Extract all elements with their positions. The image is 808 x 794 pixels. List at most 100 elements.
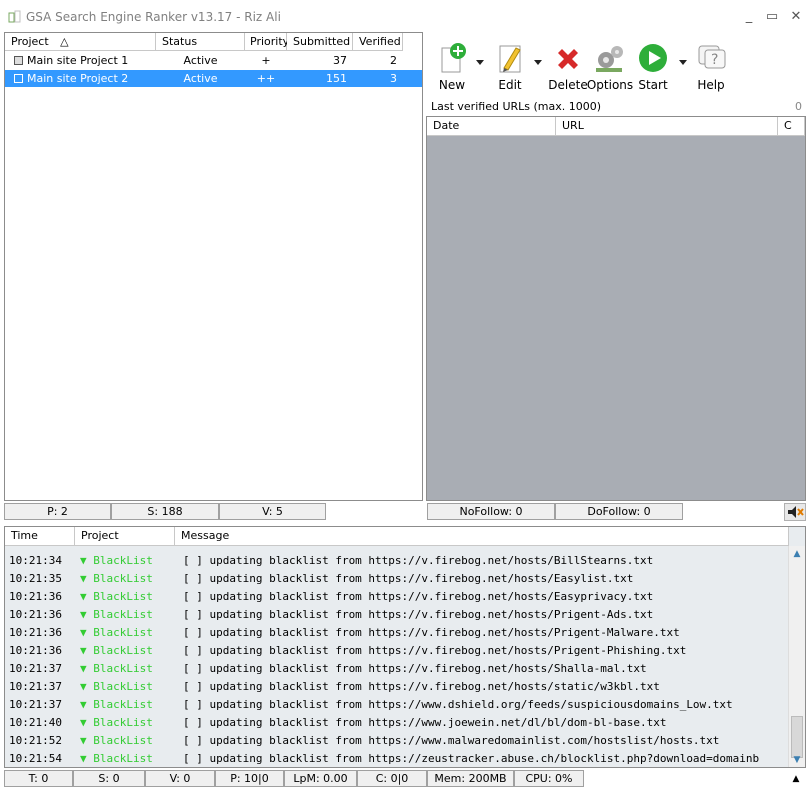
title-bar: GSA Search Engine Ranker v13.17 - Riz Al… [0, 0, 808, 32]
log-time: 10:21:52 [9, 734, 62, 747]
summary-projects: P: 2 [4, 503, 111, 520]
log-row[interactable]: 10:21:52 ▼ BlackList [ ] updating blacklis… [5, 732, 789, 750]
summary-verified: V: 5 [219, 503, 326, 520]
expand-up-arrow-icon[interactable]: ▲ [788, 771, 804, 787]
column-submitted[interactable]: Submitted [287, 33, 353, 51]
log-message: [ ] updating blacklist from https://www.… [183, 734, 720, 747]
log-message: [ ] updating blacklist from https://v.fi… [183, 680, 660, 693]
edit-dropdown-arrow-icon[interactable] [534, 60, 542, 65]
help-button[interactable]: ? Help [689, 42, 733, 94]
log-message: [ ] updating blacklist from https://v.fi… [183, 644, 687, 657]
column-log-project[interactable]: Project [75, 527, 175, 546]
log-message: [ ] updating blacklist from https://v.fi… [183, 590, 654, 603]
new-document-icon [441, 43, 466, 73]
svg-text:?: ? [711, 52, 718, 68]
help-icon: ? [698, 45, 726, 69]
log-project: ▼ BlackList [80, 698, 153, 711]
log-scrollbar[interactable]: ▲ ▼ [788, 546, 805, 767]
log-project: ▼ BlackList [80, 590, 153, 603]
column-date[interactable]: Date [427, 117, 556, 136]
stat-submitted: S: 0 [73, 770, 145, 787]
scroll-up-arrow-icon[interactable]: ▲ [791, 548, 803, 560]
log-message: [ ] updating blacklist from https://v.fi… [183, 662, 647, 675]
log-time: 10:21:37 [9, 680, 62, 693]
project-list[interactable]: Project △ Status Priority Submitted Veri… [4, 32, 423, 501]
log-project: ▼ BlackList [80, 752, 153, 765]
log-row[interactable]: 10:21:36 ▼ BlackList [ ] updating blacklis… [5, 624, 789, 642]
log-row[interactable]: 10:21:40 ▼ BlackList [ ] updating blacklis… [5, 714, 789, 732]
log-panel[interactable]: Time Project Message 10:21:34 ▼ BlackList… [4, 526, 806, 768]
stat-lpm: LpM: 0.00 [284, 770, 357, 787]
log-project: ▼ BlackList [80, 644, 153, 657]
sort-asc-icon: △ [60, 35, 69, 48]
log-project: ▼ BlackList [80, 572, 153, 585]
stat-proxies: P: 10|0 [215, 770, 284, 787]
sound-toggle-button[interactable] [784, 503, 806, 521]
close-button[interactable]: ✕ [787, 8, 805, 26]
log-message: [ ] updating blacklist from https://www.… [183, 698, 733, 711]
maximize-button[interactable]: ▭ [763, 8, 781, 26]
edit-pencil-icon [499, 45, 521, 73]
summary-submitted: S: 188 [111, 503, 219, 520]
column-message[interactable]: Message [175, 527, 789, 546]
column-project[interactable]: Project △ [5, 33, 156, 51]
column-status[interactable]: Status [156, 33, 245, 51]
play-icon [639, 44, 667, 72]
project-icon [14, 56, 23, 65]
log-project: ▼ BlackList [80, 734, 153, 747]
log-row[interactable]: 10:21:37 ▼ BlackList [ ] updating blacklis… [5, 696, 789, 714]
urls-count: 0 [795, 100, 802, 113]
log-project: ▼ BlackList [80, 662, 153, 675]
project-row[interactable]: Main site Project 1 Active + 37 2 [5, 52, 422, 69]
column-time[interactable]: Time [5, 527, 75, 546]
dofollow-count: DoFollow: 0 [555, 503, 683, 520]
log-time: 10:21:54 [9, 752, 62, 765]
window-title: GSA Search Engine Ranker v13.17 - Riz Al… [26, 10, 281, 24]
log-project: ▼ BlackList [80, 608, 153, 621]
scroll-down-arrow-icon[interactable]: ▼ [791, 754, 803, 766]
stat-cpu: CPU: 0% [514, 770, 584, 787]
log-project: ▼ BlackList [80, 680, 153, 693]
project-icon [14, 74, 23, 83]
log-project: ▼ BlackList [80, 716, 153, 729]
start-dropdown-arrow-icon[interactable] [679, 60, 687, 65]
log-time: 10:21:36 [9, 608, 62, 621]
column-priority[interactable]: Priority [245, 33, 289, 51]
column-url[interactable]: URL [556, 117, 778, 136]
delete-x-icon [558, 49, 578, 69]
log-row[interactable]: 10:21:37 ▼ BlackList [ ] updating blacklis… [5, 660, 789, 678]
stat-memory: Mem: 200MB [427, 770, 514, 787]
log-row[interactable]: 10:21:36 ▼ BlackList [ ] updating blacklis… [5, 588, 789, 606]
log-message: [ ] updating blacklist from https://v.fi… [183, 572, 634, 585]
log-message: [ ] updating blacklist from https://v.fi… [183, 554, 654, 567]
log-row[interactable]: 10:21:35 ▼ BlackList [ ] updating blacklis… [5, 570, 789, 588]
start-button[interactable]: Start [631, 42, 675, 94]
log-message: [ ] updating blacklist from https://zeus… [183, 752, 760, 765]
project-row-selected[interactable]: Main site Project 2 Active ++ 151 3 [5, 70, 422, 87]
log-message: [ ] updating blacklist from https://v.fi… [183, 626, 680, 639]
minimize-button[interactable]: _ [740, 8, 758, 26]
new-button[interactable]: New [430, 42, 474, 94]
scroll-thumb[interactable] [791, 716, 803, 758]
edit-button[interactable]: Edit [488, 42, 532, 94]
log-row[interactable]: 10:21:37 ▼ BlackList [ ] updating blacklis… [5, 678, 789, 696]
nofollow-count: NoFollow: 0 [427, 503, 555, 520]
log-row[interactable]: 10:21:36 ▼ BlackList [ ] updating blacklis… [5, 606, 789, 624]
toolbar: New Edit Delete Options Start ? Help [428, 38, 806, 98]
log-row[interactable]: 10:21:34 ▼ BlackList [ ] updating blacklis… [5, 552, 789, 570]
log-row[interactable]: 10:21:54 ▼ BlackList [ ] updating blacklis… [5, 750, 789, 767]
log-row[interactable]: 10:21:36 ▼ BlackList [ ] updating blacklis… [5, 642, 789, 660]
log-time: 10:21:36 [9, 626, 62, 639]
log-project: ▼ BlackList [80, 554, 153, 567]
urls-panel-label: Last verified URLs (max. 1000) [431, 100, 602, 113]
app-icon [8, 10, 21, 23]
log-time: 10:21:37 [9, 662, 62, 675]
verified-urls-list[interactable]: Date URL C [426, 116, 806, 501]
column-verified[interactable]: Verified [353, 33, 403, 51]
speaker-muted-icon [788, 506, 804, 518]
stat-threads: T: 0 [4, 770, 73, 787]
new-dropdown-arrow-icon[interactable] [476, 60, 484, 65]
column-c[interactable]: C [778, 117, 805, 136]
log-time: 10:21:34 [9, 554, 62, 567]
log-time: 10:21:36 [9, 644, 62, 657]
